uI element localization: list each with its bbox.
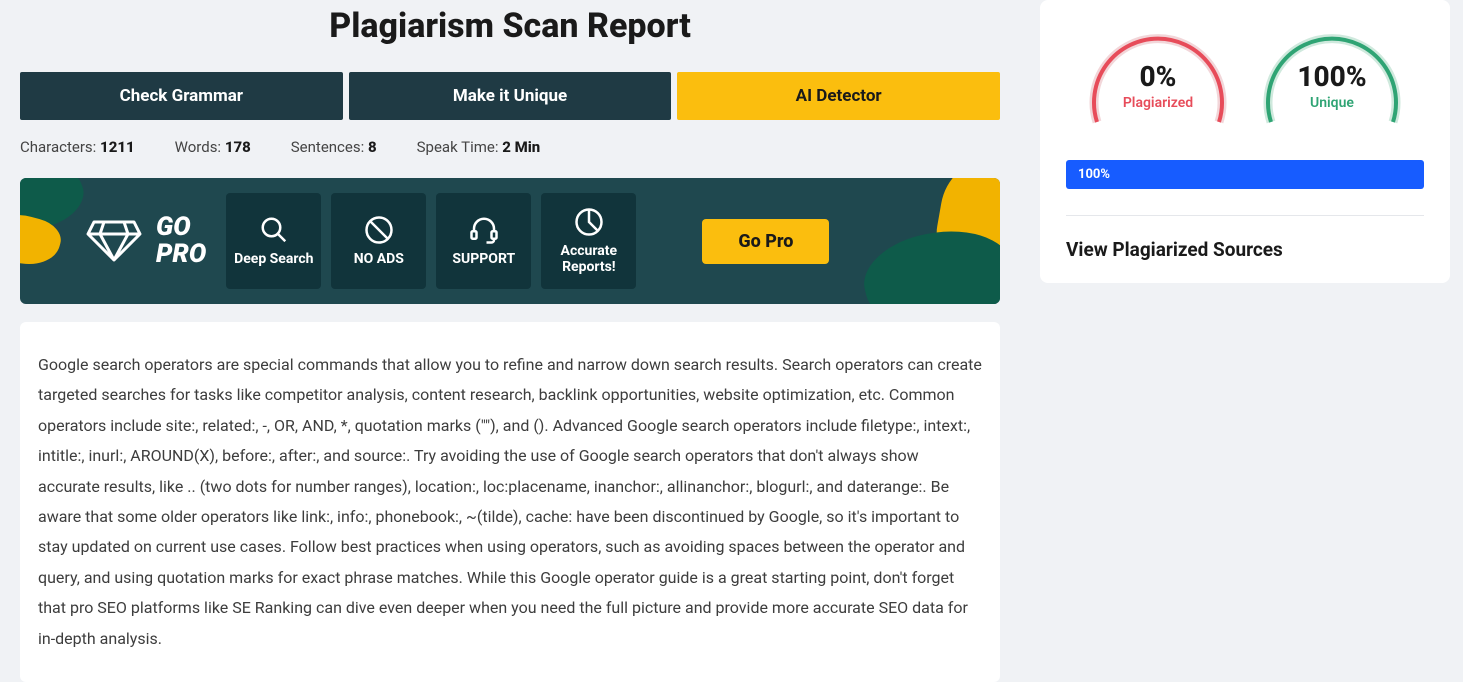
headset-icon bbox=[469, 215, 499, 245]
no-ads-icon bbox=[364, 215, 394, 245]
stat-characters: Characters: 1211 bbox=[20, 138, 135, 156]
check-grammar-button[interactable]: Check Grammar bbox=[20, 72, 343, 120]
stats-row: Characters: 1211 Words: 178 Sentences: 8… bbox=[20, 138, 1000, 156]
stat-label: Sentences: bbox=[291, 138, 364, 156]
feature-support: SUPPORT bbox=[436, 193, 531, 289]
result-circles: 0% Plagiarized 100% Unique bbox=[1066, 22, 1424, 128]
make-unique-button[interactable]: Make it Unique bbox=[349, 72, 672, 120]
gopro-button[interactable]: Go Pro bbox=[702, 219, 829, 264]
stat-sentences: Sentences: 8 bbox=[291, 138, 377, 156]
feature-deep-search: Deep Search bbox=[226, 193, 321, 289]
stat-value: 1211 bbox=[100, 138, 135, 156]
plagiarized-label: Plagiarized bbox=[1123, 95, 1193, 111]
feature-label: Accurate Reports! bbox=[541, 243, 636, 275]
page-title: Plagiarism Scan Report bbox=[20, 6, 1000, 46]
plagiarized-circle: 0% Plagiarized bbox=[1085, 22, 1231, 128]
content-card: Google search operators are special comm… bbox=[20, 322, 1000, 682]
stat-label: Characters: bbox=[20, 138, 96, 156]
pie-chart-icon bbox=[574, 207, 604, 237]
plagiarized-percent: 0% bbox=[1123, 60, 1193, 93]
gopro-banner: GO PRO Deep Search NO ADS SUPPORT Accura… bbox=[20, 178, 1000, 304]
unique-percent: 100% bbox=[1297, 60, 1366, 93]
feature-label: NO ADS bbox=[354, 251, 404, 267]
results-sidebar: 0% Plagiarized 100% Unique 100% View Pla… bbox=[1040, 0, 1450, 283]
gopro-brand-line: GO bbox=[156, 214, 206, 241]
unique-circle: 100% Unique bbox=[1259, 22, 1405, 128]
feature-label: Deep Search bbox=[234, 251, 313, 267]
gopro-brand-line: PRO bbox=[156, 241, 206, 268]
feature-no-ads: NO ADS bbox=[331, 193, 426, 289]
diamond-icon bbox=[86, 220, 142, 262]
stat-label: Words: bbox=[175, 138, 221, 156]
action-row: Check Grammar Make it Unique AI Detector bbox=[20, 72, 1000, 120]
stat-value: 178 bbox=[225, 138, 251, 156]
progress-bar: 100% bbox=[1066, 160, 1424, 189]
search-icon bbox=[259, 215, 289, 245]
feature-label: SUPPORT bbox=[452, 251, 515, 267]
content-body: Google search operators are special comm… bbox=[38, 350, 982, 654]
gopro-brand: GO PRO bbox=[86, 214, 206, 269]
divider bbox=[1066, 215, 1424, 216]
stat-value: 2 Min bbox=[502, 138, 540, 156]
stat-label: Speak Time: bbox=[417, 138, 499, 156]
stat-speak-time: Speak Time: 2 Min bbox=[417, 138, 541, 156]
view-plagiarized-sources-link[interactable]: View Plagiarized Sources bbox=[1066, 238, 1424, 261]
stat-words: Words: 178 bbox=[175, 138, 251, 156]
feature-reports: Accurate Reports! bbox=[541, 193, 636, 289]
stat-value: 8 bbox=[368, 138, 377, 156]
unique-label: Unique bbox=[1297, 95, 1366, 111]
ai-detector-button[interactable]: AI Detector bbox=[677, 72, 1000, 120]
